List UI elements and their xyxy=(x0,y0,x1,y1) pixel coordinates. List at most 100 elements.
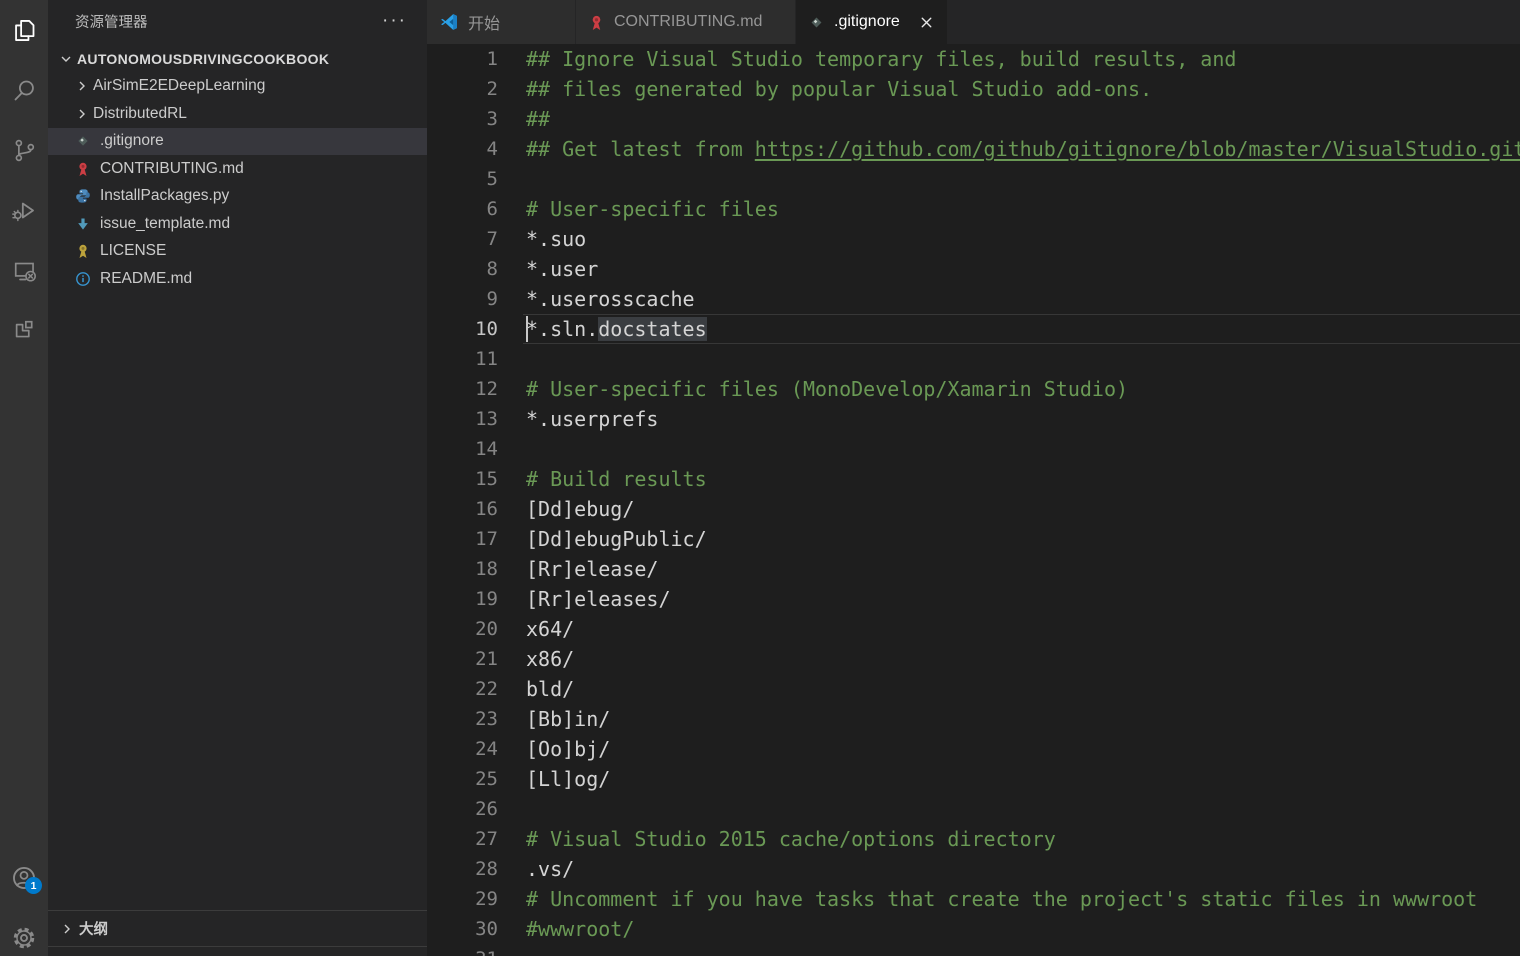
extensions-icon[interactable] xyxy=(0,300,48,360)
sidebar-item-readme-md[interactable]: README.md xyxy=(48,265,427,293)
text-cursor xyxy=(526,316,528,342)
code-token: [Dd]ebugPublic/ xyxy=(526,527,707,551)
line-content: *.userprefs xyxy=(498,404,658,434)
chevron-down-icon xyxy=(58,51,74,67)
tree-root-folder[interactable]: AUTONOMOUSDRIVINGCOOKBOOK xyxy=(48,45,427,73)
code-token: [Bb]in/ xyxy=(526,707,610,731)
search-icon[interactable] xyxy=(0,60,48,120)
code-line[interactable]: 6# User-specific files xyxy=(427,194,1520,224)
code-line[interactable]: 23[Bb]in/ xyxy=(427,704,1520,734)
code-line[interactable]: 16[Dd]ebug/ xyxy=(427,494,1520,524)
accounts-icon[interactable]: 1 xyxy=(0,858,48,898)
settings-icon[interactable] xyxy=(0,918,48,956)
code-line[interactable]: 28.vs/ xyxy=(427,854,1520,884)
code-line[interactable]: 8*.user xyxy=(427,254,1520,284)
item-label: README.md xyxy=(100,270,192,288)
close-icon[interactable] xyxy=(918,14,935,31)
source-control-icon[interactable] xyxy=(0,120,48,180)
code-line[interactable]: 29# Uncomment if you have tasks that cre… xyxy=(427,884,1520,914)
run-and-debug-icon[interactable] xyxy=(0,180,48,240)
sidebar-item-airsime2edeeplearning[interactable]: AirSimE2EDeepLearning xyxy=(48,73,427,101)
line-content: bld/ xyxy=(498,674,574,704)
code-line[interactable]: 11 xyxy=(427,344,1520,374)
code-token: ## Ignore Visual Studio temporary files,… xyxy=(526,47,1236,71)
line-content xyxy=(498,344,526,374)
code-line[interactable]: 5 xyxy=(427,164,1520,194)
sidebar-item-distributedrl[interactable]: DistributedRL xyxy=(48,100,427,128)
code-line[interactable]: 4## Get latest from https://github.com/g… xyxy=(427,134,1520,164)
sidebar-title: 资源管理器 xyxy=(75,11,148,32)
code-line[interactable]: 27# Visual Studio 2015 cache/options dir… xyxy=(427,824,1520,854)
code-line[interactable]: 1## Ignore Visual Studio temporary files… xyxy=(427,44,1520,74)
code-line[interactable]: 22 bld/ xyxy=(427,674,1520,704)
code-line[interactable]: 7*.suo xyxy=(427,224,1520,254)
code-token: ## files generated by popular Visual Stu… xyxy=(526,77,1152,101)
tab-开始[interactable]: 开始 xyxy=(427,0,576,44)
chevron-right-icon xyxy=(74,78,90,94)
line-number: 11 xyxy=(427,344,498,374)
ribbon-red-icon xyxy=(588,14,605,31)
sidebar-header: 资源管理器 ··· xyxy=(48,0,427,42)
code-line[interactable]: 18[Rr]elease/ xyxy=(427,554,1520,584)
code-token: bld/ xyxy=(526,677,574,701)
python-file-icon xyxy=(75,188,91,204)
gitignore-url-link[interactable]: https://github.com/github/gitignore/blob… xyxy=(755,137,1520,161)
item-label: DistributedRL xyxy=(93,105,187,123)
git-icon xyxy=(808,14,825,31)
line-number: 14 xyxy=(427,434,498,464)
code-line[interactable]: 26 xyxy=(427,794,1520,824)
line-content: [Rr]eleases/ xyxy=(498,584,671,614)
code-line[interactable]: 20x64/ xyxy=(427,614,1520,644)
code-token: x86/ xyxy=(526,647,574,671)
code-token: # Build results xyxy=(526,467,707,491)
code-token: docstates xyxy=(598,317,706,341)
code-line[interactable]: 13*.userprefs xyxy=(427,404,1520,434)
code-token: *.sln. xyxy=(526,317,598,341)
code-token: *.user xyxy=(526,257,598,281)
code-line[interactable]: 24[Oo]bj/ xyxy=(427,734,1520,764)
more-actions-icon[interactable]: ··· xyxy=(382,16,407,26)
code-line[interactable]: 19[Rr]eleases/ xyxy=(427,584,1520,614)
line-number: 17 xyxy=(427,524,498,554)
code-line[interactable]: 21 x86/ xyxy=(427,644,1520,674)
explorer-icon[interactable] xyxy=(0,0,48,60)
code-line[interactable]: 10*.sln.docstates xyxy=(427,314,1520,344)
code-line[interactable]: 3## xyxy=(427,104,1520,134)
code-line[interactable]: 2## files generated by popular Visual St… xyxy=(427,74,1520,104)
code-token: x64/ xyxy=(526,617,574,641)
line-content xyxy=(498,944,526,956)
code-line[interactable]: 17 [Dd]ebugPublic/ xyxy=(427,524,1520,554)
tab-label: CONTRIBUTING.md xyxy=(614,13,762,31)
code-line[interactable]: 15# Build results xyxy=(427,464,1520,494)
code-line[interactable]: 31 xyxy=(427,944,1520,956)
editor-pane[interactable]: 1## Ignore Visual Studio temporary files… xyxy=(427,44,1520,956)
line-number: 18 xyxy=(427,554,498,584)
tab-contributing-md[interactable]: CONTRIBUTING.md xyxy=(576,0,796,44)
sidebar-item-issue-template-md[interactable]: issue_template.md xyxy=(48,210,427,238)
sidebar-item-contributing-md[interactable]: CONTRIBUTING.md xyxy=(48,155,427,183)
line-content: [Dd]ebug/ xyxy=(498,494,634,524)
code-line[interactable]: 30#wwwroot/ xyxy=(427,914,1520,944)
sidebar-item-installpackages-py[interactable]: InstallPackages.py xyxy=(48,183,427,211)
section-时间线[interactable]: 时间线 xyxy=(48,946,427,956)
line-content: ## xyxy=(498,104,550,134)
line-number: 31 xyxy=(427,944,498,956)
code-token: *.userprefs xyxy=(526,407,658,431)
code-line[interactable]: 25[Ll]og/ xyxy=(427,764,1520,794)
remote-explorer-icon[interactable] xyxy=(0,240,48,300)
line-content: #wwwroot/ xyxy=(498,914,634,944)
item-label: .gitignore xyxy=(100,132,164,150)
item-label: AirSimE2EDeepLearning xyxy=(93,77,265,95)
sidebar-item-license[interactable]: LICENSE xyxy=(48,238,427,266)
tab-gitignore[interactable]: .gitignore xyxy=(796,0,948,44)
line-number: 21 xyxy=(427,644,498,674)
code-token: [Oo]bj/ xyxy=(526,737,610,761)
line-content: [Bb]in/ xyxy=(498,704,610,734)
sidebar-item-gitignore[interactable]: .gitignore xyxy=(48,128,427,156)
code-line[interactable]: 9*.userosscache xyxy=(427,284,1520,314)
code-line[interactable]: 12# User-specific files (MonoDevelop/Xam… xyxy=(427,374,1520,404)
line-number: 22 xyxy=(427,674,498,704)
section-大纲[interactable]: 大纲 xyxy=(48,910,427,946)
line-content: ## files generated by popular Visual Stu… xyxy=(498,74,1152,104)
code-line[interactable]: 14 xyxy=(427,434,1520,464)
